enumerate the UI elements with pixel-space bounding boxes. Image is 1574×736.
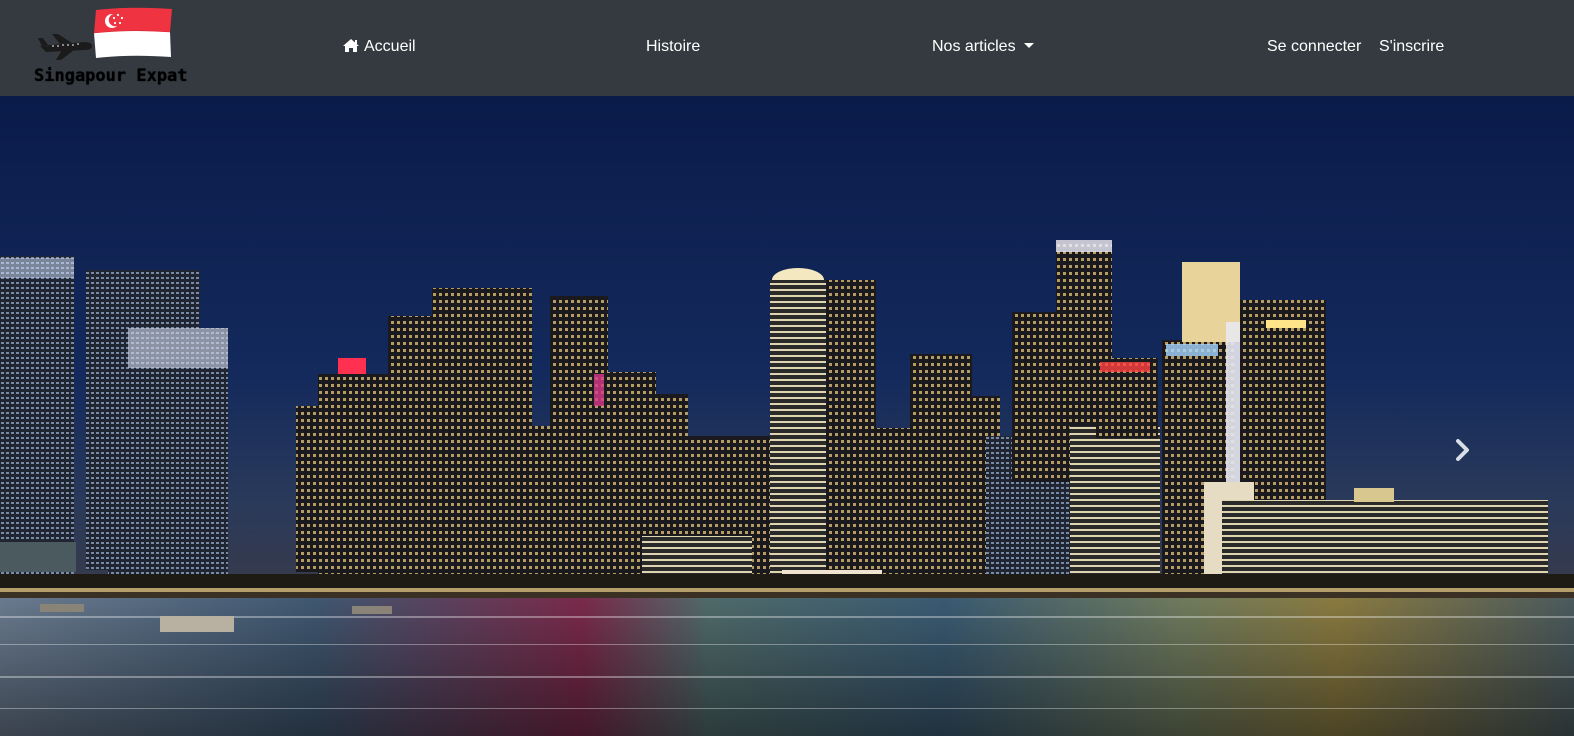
- nav-articles-label: Nos articles: [932, 38, 1016, 55]
- nav-home-link[interactable]: Accueil: [342, 36, 416, 58]
- carousel-slide-image: [0, 96, 1574, 736]
- singapore-flag-icon: [93, 7, 172, 58]
- nav-signup-label: S'inscrire: [1379, 38, 1445, 55]
- carousel-next-button[interactable]: [1448, 432, 1478, 468]
- top-navbar: Singapour Expat Accueil Histoire Nos art…: [0, 0, 1574, 96]
- nav-login-label: Se connecter: [1267, 38, 1362, 55]
- airplane-icon: [38, 34, 92, 60]
- brand-name: Singapour Expat: [34, 66, 188, 86]
- nav-history-link[interactable]: Histoire: [646, 36, 700, 58]
- nav-articles-dropdown[interactable]: Nos articles: [932, 36, 1034, 58]
- home-icon: [343, 39, 359, 52]
- nav-history-label: Histoire: [646, 38, 701, 55]
- nav-login-link[interactable]: Se connecter: [1267, 36, 1361, 58]
- nav-home-label: Accueil: [364, 38, 416, 55]
- caret-down-icon: [1023, 43, 1034, 48]
- brand-logo-link[interactable]: Singapour Expat: [30, 6, 195, 90]
- nav-signup-link[interactable]: S'inscrire: [1379, 36, 1444, 58]
- chevron-right-icon: [1456, 439, 1469, 461]
- hero-carousel: [0, 96, 1574, 736]
- brand-logo-image: [38, 7, 172, 60]
